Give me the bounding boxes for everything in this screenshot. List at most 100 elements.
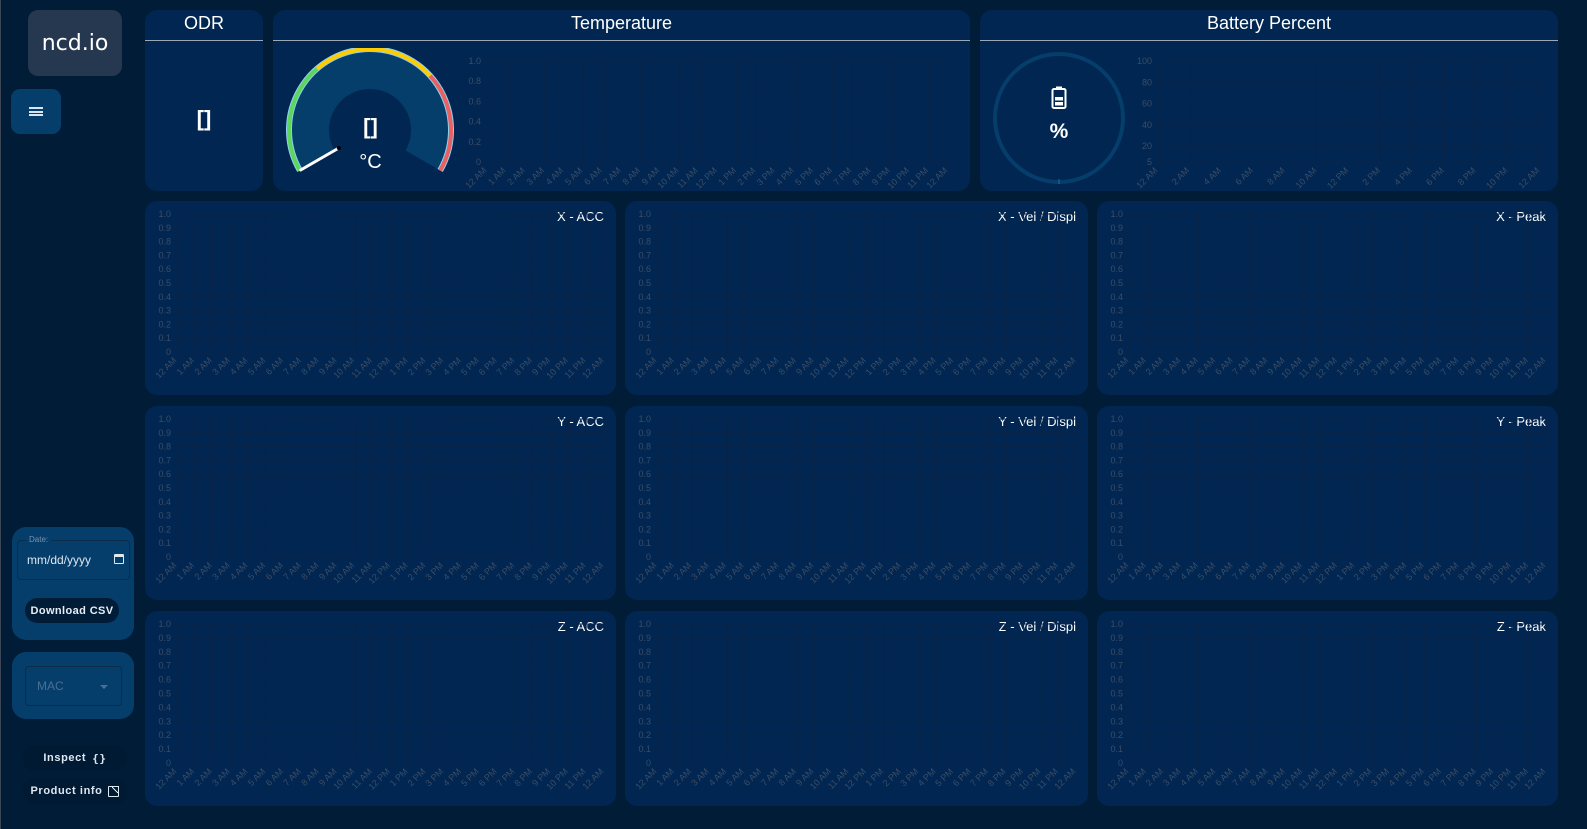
x-tick-label: 3 AM xyxy=(210,560,232,582)
x-tick-label: 1 PM xyxy=(1334,355,1356,377)
y-tick-label: 0.7 xyxy=(638,455,651,465)
y-tick-label: 0.1 xyxy=(158,333,171,343)
y-tick-label: 0.2 xyxy=(638,524,651,534)
y-tick-label: 0.6 xyxy=(1110,264,1123,274)
x-tick-label: 12 AM xyxy=(153,766,178,791)
x-tick-label: 7 AM xyxy=(281,560,303,582)
y-tick-label: 0.2 xyxy=(158,319,171,329)
x-tick-label: 2 PM xyxy=(406,766,428,788)
x-tick-label: 5 AM xyxy=(246,766,268,788)
x-tick-label: 5 AM xyxy=(1196,560,1218,582)
y-tick-label: 0.1 xyxy=(158,538,171,548)
x-tick-label: 12 AM xyxy=(633,355,658,380)
y-tick-label: 0.4 xyxy=(638,702,651,712)
x-tick-label: 1 AM xyxy=(1126,766,1148,788)
x-tick-label: 4 AM xyxy=(707,560,729,582)
logo: ncd.io xyxy=(28,10,122,76)
x-tick-label: 12 AM xyxy=(153,560,178,585)
x-acc-chart: 00.10.20.30.40.50.60.70.80.91.012 AM1 AM… xyxy=(153,209,605,381)
x-tick-label: 12 PM xyxy=(1325,165,1350,190)
download-csv-button[interactable]: Download CSV xyxy=(25,598,119,623)
x-tick-label: 4 PM xyxy=(1386,766,1408,788)
y-tick-label: 0.5 xyxy=(158,689,171,699)
mac-select[interactable]: MAC xyxy=(25,666,122,706)
odr-value: [] xyxy=(196,106,212,131)
x-tick-label: 12 AM xyxy=(633,766,658,791)
x-peak-chart: 00.10.20.30.40.50.60.70.80.91.012 AM1 AM… xyxy=(1105,209,1547,381)
date-input[interactable]: Date: mm/dd/yyyy xyxy=(17,535,130,580)
y-tick-label: 0.1 xyxy=(1110,333,1123,343)
x-tick-label: 7 PM xyxy=(495,766,517,788)
y-tick-label: 0.2 xyxy=(638,730,651,740)
x-tick-label: 3 PM xyxy=(898,560,920,582)
x-tick-label: 10 PM xyxy=(1484,165,1509,190)
x-tick-label: 3 AM xyxy=(524,165,546,187)
x-tick-label: 6 AM xyxy=(1233,165,1255,187)
x-tick-label: 5 AM xyxy=(246,560,268,582)
x-tick-label: 1 PM xyxy=(1334,766,1356,788)
y-tick-label: 1.0 xyxy=(1110,414,1123,424)
sidebar: ncd.io Date: mm/dd/yyyy Download CSV MAC… xyxy=(1,0,141,829)
x-tick-label: 8 AM xyxy=(777,560,799,582)
x-tick-label: 8 PM xyxy=(1456,766,1478,788)
braces-icon: {} xyxy=(92,751,107,765)
inspect-label: Inspect xyxy=(43,752,87,764)
x-tick-label: 8 PM xyxy=(512,766,534,788)
product-info-link[interactable]: Product info xyxy=(23,778,127,804)
y-tick-label: 0.4 xyxy=(638,497,651,507)
x-tick-label: 7 AM xyxy=(759,560,781,582)
x-tick-label: 2 PM xyxy=(406,355,428,377)
x-tick-label: 4 PM xyxy=(441,766,463,788)
x-tick-label: 3 AM xyxy=(1161,766,1183,788)
x-tick-label: 4 PM xyxy=(441,560,463,582)
inspect-button[interactable]: Inspect {} xyxy=(23,745,127,771)
x-tick-label: 8 AM xyxy=(299,560,321,582)
x-tick-label: 4 PM xyxy=(916,355,938,377)
x-tick-label: 1 PM xyxy=(388,355,410,377)
x-tick-label: 4 AM xyxy=(228,560,250,582)
x-tick-label: 5 PM xyxy=(933,560,955,582)
x-tick-label: 5 PM xyxy=(459,355,481,377)
x-tick-label: 10 AM xyxy=(655,165,680,190)
x-tick-label: 6 AM xyxy=(742,766,764,788)
y-tick-label: 0.9 xyxy=(1110,428,1123,438)
x-tick-label: 7 PM xyxy=(831,165,853,187)
x-tick-label: 1 PM xyxy=(863,766,885,788)
x-tick-label: 1 AM xyxy=(654,560,676,582)
y-tick-label: 0.3 xyxy=(638,511,651,521)
x-tick-label: 7 PM xyxy=(1439,766,1461,788)
y-tick-label: 0.3 xyxy=(1110,511,1123,521)
y-peak-card: Y - Peak 0 0.1 0.2 0.3 0.4 0.5 0.6 0.7 0.8 0.9 1.0… xyxy=(1097,406,1558,600)
x-tick-label: 3 PM xyxy=(423,766,445,788)
x-tick-label: 7 AM xyxy=(1230,355,1252,377)
temperature-title: Temperature xyxy=(273,10,970,41)
y-tick-label: 0.4 xyxy=(638,292,651,302)
x-tick-label: 5 PM xyxy=(1404,355,1426,377)
temperature-value: [] xyxy=(363,114,378,139)
x-vel-card: X - Vel / Displ 0 0.1 0.2 0.3 0.4 0.5 0.6 0.7 0.… xyxy=(625,201,1088,395)
x-tick-label: 6 PM xyxy=(477,766,499,788)
x-tick-label: 8 AM xyxy=(777,355,799,377)
z-peak-card: Z - Peak 0 0.1 0.2 0.3 0.4 0.5 0.6 0.7 0.8 0.9 1.0… xyxy=(1097,611,1558,806)
x-tick-label: 6 PM xyxy=(477,355,499,377)
battery-ring xyxy=(993,52,1125,184)
y-tick-label: 0.8 xyxy=(158,647,171,657)
x-tick-label: 2 AM xyxy=(672,766,694,788)
y-tick-label: 0.6 xyxy=(468,96,481,106)
x-tick-label: 3 AM xyxy=(689,560,711,582)
menu-button[interactable] xyxy=(11,89,61,134)
calendar-icon[interactable] xyxy=(114,554,124,564)
x-tick-label: 4 AM xyxy=(228,355,250,377)
y-tick-label: 0.7 xyxy=(638,250,651,260)
x-tick-label: 4 AM xyxy=(707,766,729,788)
y-tick-label: 1.0 xyxy=(638,414,651,424)
x-tick-label: 1 AM xyxy=(175,355,197,377)
caret-down-icon xyxy=(100,685,108,689)
x-tick-label: 6 AM xyxy=(1213,560,1235,582)
x-tick-label: 2 AM xyxy=(672,355,694,377)
x-tick-label: 4 AM xyxy=(228,766,250,788)
external-link-icon xyxy=(108,785,120,797)
x-tick-label: 8 PM xyxy=(512,560,534,582)
y-tick-label: 0.6 xyxy=(1110,469,1123,479)
x-peak-card: X - Peak 0 0.1 0.2 0.3 0.4 0.5 0.6 0.7 0.8 0.9 1.0… xyxy=(1097,201,1558,395)
